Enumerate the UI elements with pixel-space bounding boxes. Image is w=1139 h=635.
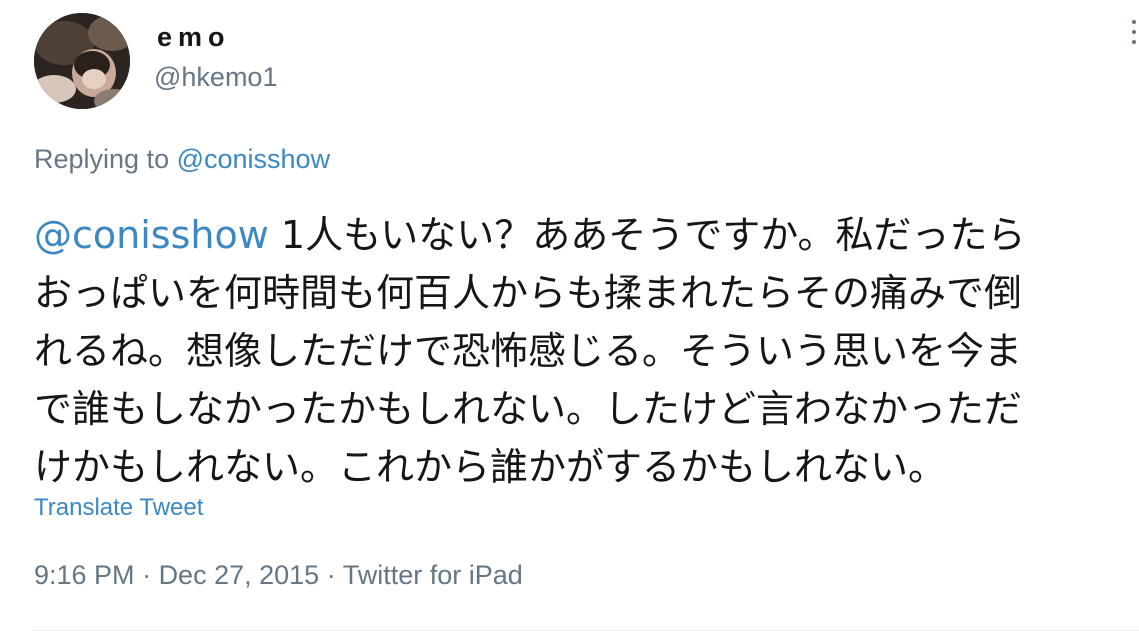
tweet-line-text: 1人もいない？ああそうですか。私だったら xyxy=(280,213,1026,257)
translate-tweet-link[interactable]: Translate Tweet xyxy=(34,494,203,522)
meta-separator: · xyxy=(319,560,343,590)
replying-to-label: Replying to xyxy=(34,144,177,174)
user-handle[interactable]: @hkemo1 xyxy=(154,62,277,93)
display-name[interactable]: emo xyxy=(157,22,231,53)
replying-to-mention-link[interactable]: @conisshow xyxy=(177,144,330,174)
dot xyxy=(1131,20,1136,24)
tweet-text-line-4: で誰もしなかったかもしれない。したけど言わなかっただ xyxy=(34,387,1023,431)
tweet-date-link[interactable]: Dec 27, 2015 xyxy=(159,560,320,590)
replying-to: Replying to @conisshow xyxy=(34,144,330,175)
tweet-text-line-2: おっぱいを何時間も何百人からも揉まれたらその痛みで倒 xyxy=(34,271,1023,315)
tweet-text-line-3: れるね。想像しただけで恐怖感じる。そういう思いを今ま xyxy=(34,329,1023,373)
tweet-text-line-5: けかもしれない。これから誰かがするかもしれない。 xyxy=(34,445,947,489)
dot xyxy=(1131,40,1136,44)
tweet-text: @conisshow 1人もいない？ああそうですか。私だったら おっぱいを何時間… xyxy=(34,206,1139,496)
more-dots-icon[interactable] xyxy=(1128,20,1139,60)
meta-separator: · xyxy=(134,560,159,590)
avatar-photo-icon xyxy=(34,13,130,109)
avatar[interactable] xyxy=(34,13,130,109)
tweet-time-link[interactable]: 9:16 PM xyxy=(34,560,135,590)
tweet-source-link[interactable]: Twitter for iPad xyxy=(343,560,523,590)
dot xyxy=(1131,30,1136,34)
tweet-meta: 9:16 PM · Dec 27, 2015 · Twitter for iPa… xyxy=(34,560,523,591)
tweet-detail: emo @hkemo1 Replying to @conisshow @coni… xyxy=(0,0,1139,635)
tweet-text-line-1: @conisshow 1人もいない？ああそうですか。私だったら xyxy=(34,206,1139,264)
divider xyxy=(34,630,1139,631)
tweet-mention-link[interactable]: @conisshow xyxy=(34,213,269,257)
